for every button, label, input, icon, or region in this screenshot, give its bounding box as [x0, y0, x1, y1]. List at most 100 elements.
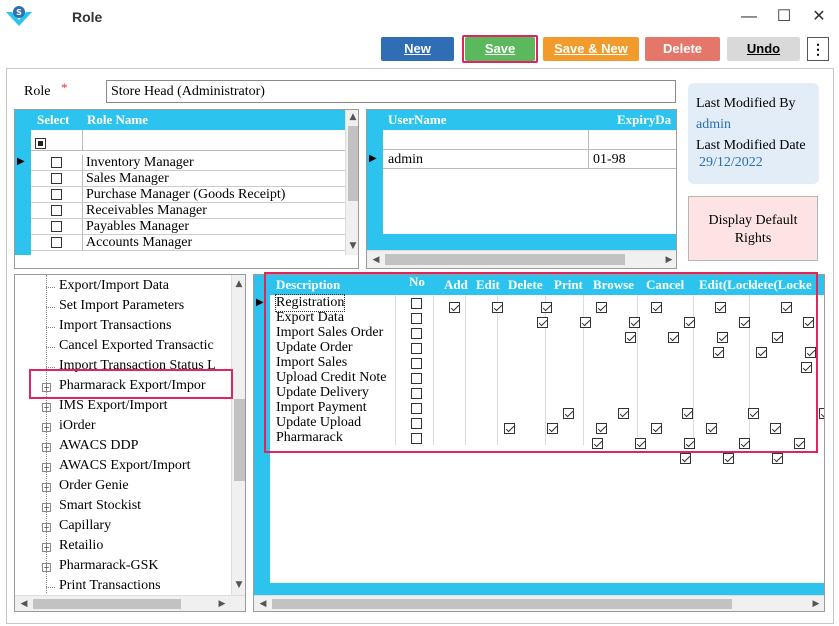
window-title: Role: [72, 9, 103, 25]
menu-tree: Export/Import Data Set Import Parameters I…: [14, 274, 246, 612]
tree-item[interactable]: iOrder: [59, 418, 96, 434]
table-row[interactable]: Purchase Manager (Goods Receipt): [83, 187, 345, 203]
current-row-arrow-icon: ▶: [369, 153, 377, 164]
tree-item[interactable]: Cancel Exported Transactic: [59, 338, 214, 354]
display-default-rights-line2: Rights: [734, 231, 772, 246]
scroll-down-icon[interactable]: ▼: [232, 580, 245, 590]
roles-vertical-scrollbar[interactable]: ▲ ▼: [345, 110, 358, 255]
display-default-rights-line1: Display Default: [708, 213, 798, 228]
scroll-thumb[interactable]: [385, 254, 625, 265]
username-filter[interactable]: [383, 130, 589, 150]
users-horizontal-scrollbar[interactable]: ◀ ▶: [367, 250, 676, 268]
column-header-select[interactable]: Select: [37, 110, 69, 130]
table-row[interactable]: Accounts Manager: [83, 235, 345, 251]
roles-filter-row: [31, 130, 83, 151]
column-header-expiry[interactable]: ExpiryDa: [617, 110, 671, 130]
role-select-cell[interactable]: [31, 171, 83, 187]
table-row[interactable]: Sales Manager: [83, 171, 345, 187]
scroll-up-icon[interactable]: ▲: [232, 279, 245, 289]
scroll-left-icon[interactable]: ◀: [17, 599, 31, 609]
last-modified-by-label: Last Modified By: [696, 96, 796, 111]
right-checkbox-delete[interactable]: [772, 452, 783, 464]
tree-item[interactable]: Order Genie: [59, 478, 129, 494]
role-name-cell: Purchase Manager (Goods Receipt): [86, 187, 286, 202]
role-name-cell: Payables Manager: [86, 219, 190, 234]
column-header-role-name[interactable]: Role Name: [87, 110, 148, 130]
user-row[interactable]: admin: [383, 150, 589, 169]
tree-item-highlight: [29, 369, 233, 399]
role-select-checkbox[interactable]: [51, 237, 62, 248]
role-select-cell[interactable]: [31, 187, 83, 203]
maximize-button[interactable]: ☐: [775, 8, 793, 26]
table-row[interactable]: Inventory Manager: [83, 155, 345, 171]
new-button[interactable]: New: [381, 37, 454, 61]
svg-text:S: S: [16, 8, 22, 17]
tree-item[interactable]: AWACS Export/Import: [59, 458, 190, 474]
scroll-down-icon[interactable]: ▼: [346, 241, 358, 251]
minimize-button[interactable]: —: [740, 8, 758, 26]
scroll-thumb[interactable]: [348, 126, 358, 201]
right-checkbox-add[interactable]: [680, 452, 691, 464]
tree-item[interactable]: Set Import Parameters: [59, 298, 184, 314]
users-grid: UserName ExpiryDa ▶ admin 01-98 ◀ ▶: [366, 109, 677, 269]
scroll-thumb[interactable]: [234, 399, 245, 481]
scroll-left-icon[interactable]: ◀: [256, 599, 270, 609]
username-cell: admin: [388, 152, 423, 167]
expiry-filter[interactable]: [589, 130, 676, 150]
table-row[interactable]: Receivables Manager: [83, 203, 345, 219]
user-row-expiry[interactable]: 01-98: [589, 150, 676, 169]
scroll-right-icon[interactable]: ▶: [215, 599, 229, 609]
tree-item[interactable]: IMS Export/Import: [59, 398, 168, 414]
save-and-new-button[interactable]: Save & New: [543, 37, 639, 61]
tree-item[interactable]: Import Transactions: [59, 318, 171, 334]
scroll-thumb[interactable]: [272, 599, 732, 609]
role-select-checkbox[interactable]: [51, 205, 62, 216]
role-select-cell[interactable]: [31, 203, 83, 219]
tree-item[interactable]: Pharmarack-GSK: [59, 558, 159, 574]
table-row[interactable]: Payables Manager: [83, 219, 345, 235]
undo-button[interactable]: Undo: [727, 37, 800, 61]
role-select-checkbox[interactable]: [51, 173, 62, 184]
rights-grid-highlight: [264, 272, 818, 453]
roles-grid-header: Select Role Name: [15, 110, 345, 130]
role-select-checkbox[interactable]: [51, 189, 62, 200]
users-row-indicator-column: [367, 130, 383, 234]
rights-horizontal-scrollbar[interactable]: ◀ ▶: [254, 595, 824, 611]
delete-button[interactable]: Delete: [645, 37, 720, 61]
modification-info-panel: Last Modified By admin Last Modified Dat…: [688, 83, 819, 184]
role-select-cell[interactable]: [31, 219, 83, 235]
scroll-thumb[interactable]: [33, 599, 181, 609]
select-all-checkbox[interactable]: [35, 137, 46, 149]
role-name-input[interactable]: Store Head (Administrator): [106, 80, 676, 103]
column-header-username[interactable]: UserName: [388, 110, 446, 130]
roles-row-indicator-column: [15, 130, 31, 255]
scroll-up-icon[interactable]: ▲: [346, 112, 358, 122]
tree-item[interactable]: Export/Import Data: [59, 278, 169, 294]
roles-grid: Select Role Name ▶ Inventory Manager Sale…: [14, 109, 359, 269]
last-modified-by-value: admin: [696, 117, 731, 132]
required-mark: *: [61, 80, 68, 95]
tree-item[interactable]: Print Transactions: [59, 578, 161, 594]
tree-item[interactable]: Retailio: [59, 538, 103, 554]
scroll-right-icon[interactable]: ▶: [809, 599, 823, 609]
save-button[interactable]: Save: [465, 37, 535, 61]
role-name-cell: Inventory Manager: [86, 155, 194, 170]
role-select-cell[interactable]: [31, 155, 83, 171]
display-default-rights-button[interactable]: Display Default Rights: [688, 196, 818, 261]
more-options-button[interactable]: ⋮: [807, 37, 829, 61]
current-row-arrow-icon: ▶: [256, 297, 264, 308]
role-select-checkbox[interactable]: [51, 221, 62, 232]
tree-horizontal-scrollbar[interactable]: ◀ ▶: [15, 595, 245, 611]
right-checkbox-edit[interactable]: [723, 452, 734, 464]
role-select-cell[interactable]: [31, 235, 83, 251]
tree-vertical-scrollbar[interactable]: ▲ ▼: [231, 275, 245, 595]
close-button[interactable]: ✕: [810, 8, 828, 26]
role-select-checkbox[interactable]: [51, 157, 62, 168]
tree-item[interactable]: AWACS DDP: [59, 438, 138, 454]
tree-item[interactable]: Capillary: [59, 518, 111, 534]
scroll-left-icon[interactable]: ◀: [369, 255, 383, 265]
tree-item[interactable]: Smart Stockist: [59, 498, 141, 514]
app-logo-icon: S: [6, 6, 32, 26]
role-name-filter[interactable]: [83, 130, 345, 151]
scroll-right-icon[interactable]: ▶: [662, 255, 676, 265]
